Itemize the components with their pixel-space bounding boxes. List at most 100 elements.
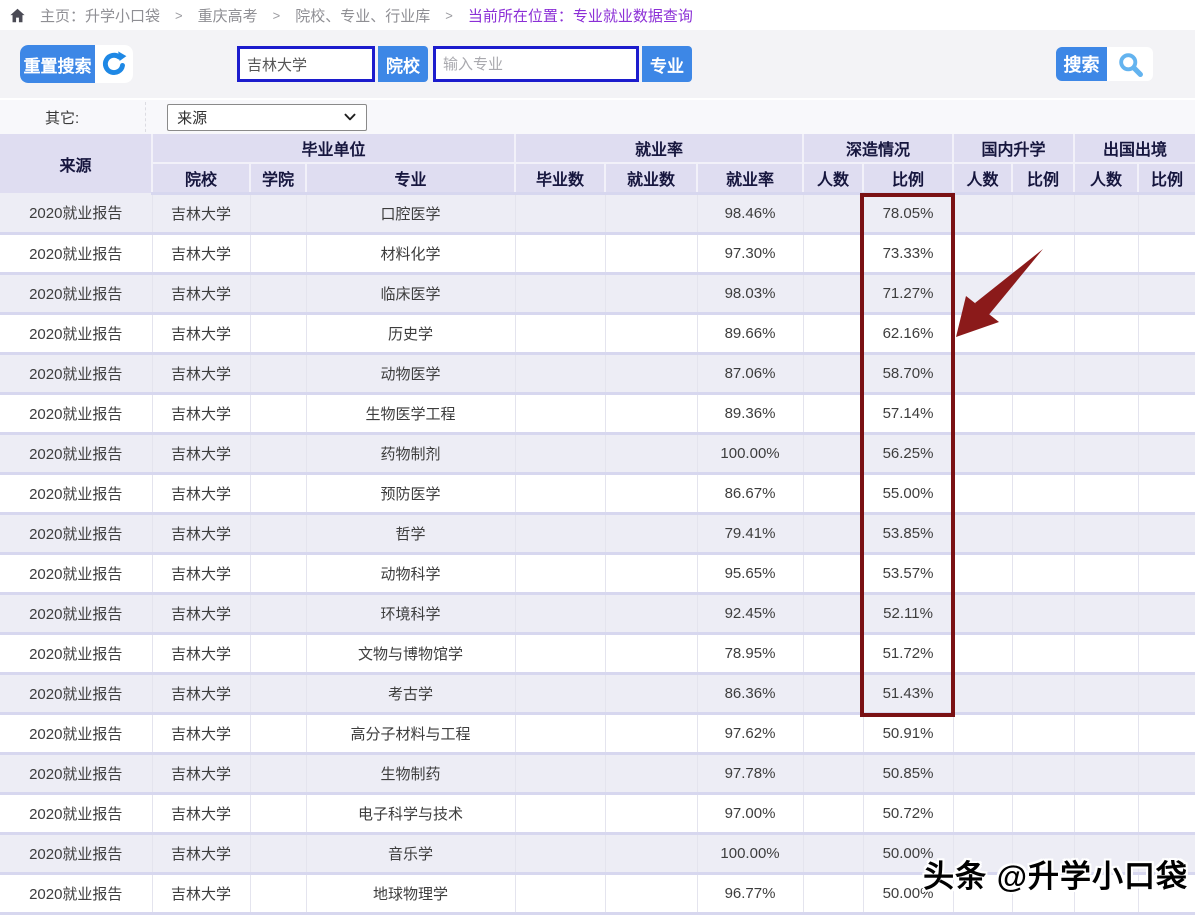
table-cell: 53.57% xyxy=(863,553,953,593)
breadcrumb-item-exam[interactable]: 重庆高考 xyxy=(198,5,258,26)
table-cell: 78.95% xyxy=(697,633,803,673)
table-cell: 2020就业报告 xyxy=(0,233,152,273)
table-cell: 58.70% xyxy=(863,353,953,393)
table-cell: 2020就业报告 xyxy=(0,393,152,433)
table-cell xyxy=(1012,513,1074,553)
table-cell xyxy=(1138,593,1195,633)
table-cell xyxy=(605,753,697,793)
table-cell xyxy=(1138,793,1195,833)
table-cell xyxy=(1138,233,1195,273)
table-cell: 生物医学工程 xyxy=(306,393,515,433)
table-cell xyxy=(515,393,605,433)
header-group-1: 毕业单位 xyxy=(152,134,515,163)
table-cell: 口腔医学 xyxy=(306,193,515,233)
college-search-group: 院校 xyxy=(237,46,428,82)
breadcrumb-item-home[interactable]: 主页：升学小口袋 xyxy=(40,5,160,26)
table-cell xyxy=(605,393,697,433)
table-cell xyxy=(953,313,1012,353)
table-cell xyxy=(605,433,697,473)
table-cell xyxy=(1074,513,1138,553)
table-cell: 吉林大学 xyxy=(152,473,250,513)
table-cell xyxy=(1074,713,1138,753)
major-search-group: 专业 xyxy=(433,46,692,82)
table-cell xyxy=(605,833,697,873)
search-bar: 重置搜索 院校 专业 搜索 xyxy=(0,30,1195,98)
table-cell: 50.72% xyxy=(863,793,953,833)
table-cell xyxy=(953,193,1012,233)
table-cell xyxy=(803,793,863,833)
table-cell xyxy=(605,513,697,553)
table-cell xyxy=(515,473,605,513)
table-cell: 2020就业报告 xyxy=(0,433,152,473)
table-cell xyxy=(1138,673,1195,713)
table-cell xyxy=(953,233,1012,273)
search-group: 搜索 xyxy=(1056,47,1153,81)
table-cell xyxy=(1074,673,1138,713)
table-cell xyxy=(1138,393,1195,433)
major-search-button[interactable]: 专业 xyxy=(642,46,692,82)
header-subcolumn: 比例 xyxy=(1012,163,1074,193)
table-cell: 97.78% xyxy=(697,753,803,793)
table-cell: 71.27% xyxy=(863,273,953,313)
college-search-button[interactable]: 院校 xyxy=(378,46,428,82)
table-cell: 53.85% xyxy=(863,513,953,553)
table-cell xyxy=(1138,273,1195,313)
table-cell: 2020就业报告 xyxy=(0,633,152,673)
table-cell xyxy=(1012,473,1074,513)
table-row: 2020就业报告吉林大学文物与博物馆学78.95%51.72% xyxy=(0,633,1195,673)
major-input[interactable] xyxy=(433,46,639,82)
table-cell: 86.36% xyxy=(697,673,803,713)
table-cell: 音乐学 xyxy=(306,833,515,873)
breadcrumb-separator: > xyxy=(273,8,281,23)
table-cell xyxy=(1074,193,1138,233)
source-select[interactable]: 来源 xyxy=(167,104,367,131)
table-row: 2020就业报告吉林大学哲学79.41%53.85% xyxy=(0,513,1195,553)
table-cell: 吉林大学 xyxy=(152,393,250,433)
table-row: 2020就业报告吉林大学生物制药97.78%50.85% xyxy=(0,753,1195,793)
breadcrumb-item-library[interactable]: 院校、专业、行业库 xyxy=(295,5,430,26)
table-cell xyxy=(803,673,863,713)
table-cell xyxy=(515,873,605,913)
table-cell: 51.72% xyxy=(863,633,953,673)
table-cell: 92.45% xyxy=(697,593,803,633)
page: 主页：升学小口袋 > 重庆高考 > 院校、专业、行业库 > 当前所在位置：专业就… xyxy=(0,0,1195,918)
table-cell xyxy=(1012,673,1074,713)
table-cell: 55.00% xyxy=(863,473,953,513)
table-cell: 2020就业报告 xyxy=(0,193,152,233)
table-cell xyxy=(250,313,306,353)
table-cell xyxy=(1074,233,1138,273)
table-cell xyxy=(953,513,1012,553)
table-cell: 吉林大学 xyxy=(152,673,250,713)
table-cell xyxy=(1012,633,1074,673)
table-cell xyxy=(1074,273,1138,313)
table-cell xyxy=(803,193,863,233)
table-cell: 86.67% xyxy=(697,473,803,513)
table-cell: 吉林大学 xyxy=(152,273,250,313)
header-subcolumn: 比例 xyxy=(863,163,953,193)
table-cell xyxy=(953,473,1012,513)
table-cell xyxy=(803,393,863,433)
home-icon[interactable] xyxy=(9,7,26,24)
table-cell: 2020就业报告 xyxy=(0,793,152,833)
header-subcolumn: 比例 xyxy=(1138,163,1195,193)
table-cell: 2020就业报告 xyxy=(0,873,152,913)
table-cell xyxy=(1012,393,1074,433)
reset-search-button[interactable]: 重置搜索 xyxy=(20,45,95,83)
college-input[interactable] xyxy=(237,46,375,82)
table-cell xyxy=(803,233,863,273)
table-cell xyxy=(250,273,306,313)
table-cell xyxy=(515,793,605,833)
breadcrumb-separator: > xyxy=(445,8,453,23)
refresh-icon[interactable] xyxy=(95,45,133,83)
table-cell: 89.66% xyxy=(697,313,803,353)
table-cell: 考古学 xyxy=(306,673,515,713)
magnifier-icon[interactable] xyxy=(1107,47,1153,81)
table-cell xyxy=(953,553,1012,593)
table-row: 2020就业报告吉林大学高分子材料与工程97.62%50.91% xyxy=(0,713,1195,753)
table-cell: 51.43% xyxy=(863,673,953,713)
table-cell xyxy=(515,273,605,313)
search-button[interactable]: 搜索 xyxy=(1056,47,1107,81)
table-cell xyxy=(250,553,306,593)
table-row: 2020就业报告吉林大学临床医学98.03%71.27% xyxy=(0,273,1195,313)
table-cell xyxy=(515,193,605,233)
